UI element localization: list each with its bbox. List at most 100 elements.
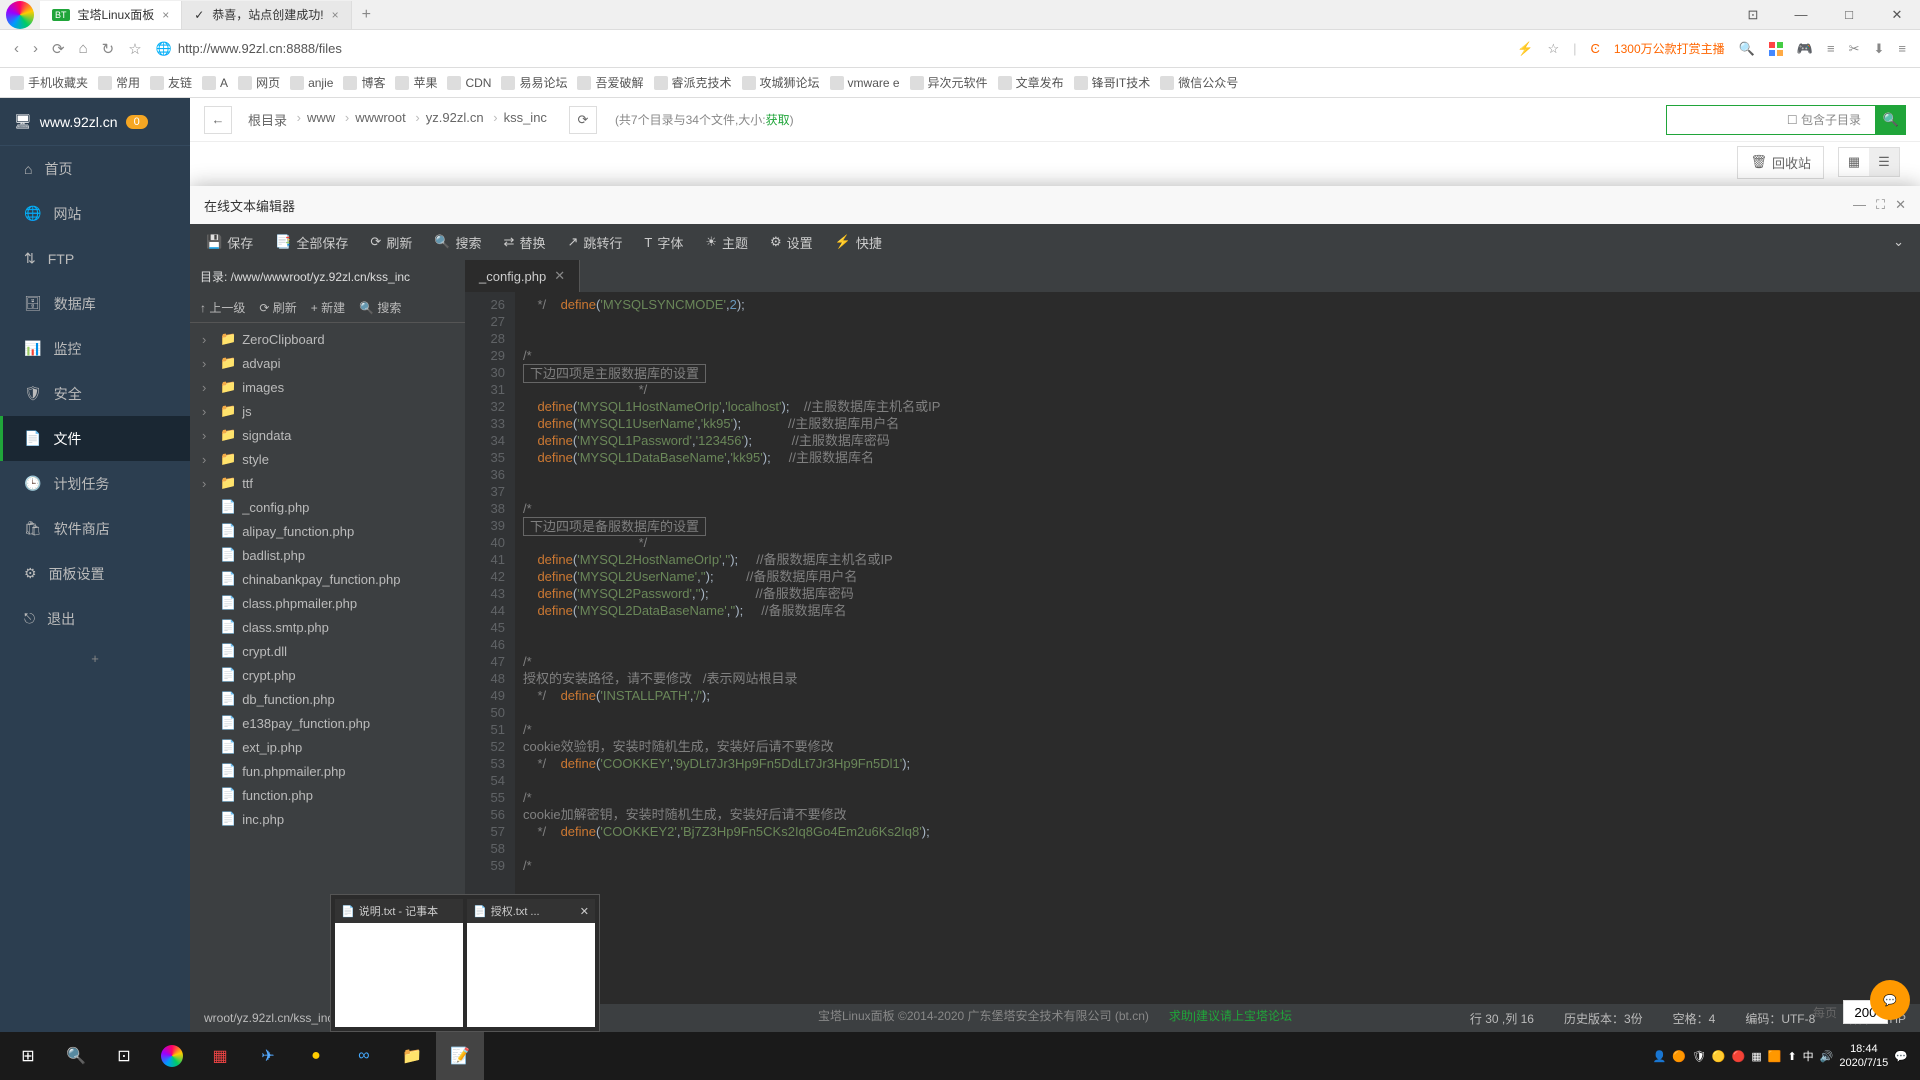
bookmark-item[interactable]: 手机收藏夹 (10, 74, 88, 91)
sidebar-item-globe[interactable]: 🌐网站 (0, 191, 190, 236)
tree-file[interactable]: 📄fun.phpmailer.php (190, 759, 465, 783)
hamburger-icon[interactable]: ≡ (1898, 41, 1906, 56)
nav-refresh-icon[interactable]: ⟳ (52, 40, 65, 58)
get-size-link[interactable]: 获取 (766, 113, 790, 127)
bookmark-item[interactable]: CDN (447, 76, 491, 90)
bookmark-item[interactable]: 微信公众号 (1160, 74, 1238, 91)
tree-folder[interactable]: ›📁images (190, 375, 465, 399)
breadcrumb-item[interactable]: www (297, 106, 345, 133)
tree-file[interactable]: 📄_config.php (190, 495, 465, 519)
tray-icon[interactable]: 🟠 (1672, 1050, 1686, 1063)
tray-icon[interactable]: 🔴 (1732, 1050, 1746, 1063)
tray-icon[interactable]: ⬆ (1787, 1050, 1796, 1063)
sidebar-item-ftp[interactable]: ⇅FTP (0, 236, 190, 281)
addr-action-icon[interactable]: ⚡ (1517, 41, 1533, 57)
bookmark-item[interactable]: 攻城狮论坛 (742, 74, 820, 91)
bookmark-item[interactable]: 友链 (150, 74, 192, 91)
editor-tb-7[interactable]: ☀主题 (705, 233, 748, 252)
sidebar-item-store[interactable]: 🛍软件商店 (0, 506, 190, 551)
sidebar-item-task[interactable]: 🕒计划任务 (0, 461, 190, 506)
editor-close-icon[interactable]: ✕ (1895, 197, 1906, 213)
view-list-icon[interactable]: ☰ (1869, 148, 1899, 176)
editor-tb-8[interactable]: ⚙设置 (770, 233, 813, 252)
sidebar-item-logout[interactable]: ⎋退出 (0, 596, 190, 641)
menu2-icon[interactable]: ≡ (1827, 41, 1835, 56)
tree-file[interactable]: 📄inc.php (190, 807, 465, 831)
breadcrumb-item[interactable]: yz.92zl.cn (416, 106, 494, 133)
taskbar-app-icon[interactable]: ▦ (196, 1032, 244, 1080)
search-engine-icon[interactable]: Ͼ (1591, 41, 1600, 56)
download-icon[interactable]: ⬇ (1874, 41, 1885, 57)
win-minimize-icon[interactable]: — (1778, 1, 1824, 29)
start-button[interactable]: ⊞ (4, 1032, 52, 1080)
breadcrumb-item[interactable]: wwwroot (345, 106, 416, 133)
code-editor[interactable]: _config.php ✕ 26272829303132333435363738… (465, 260, 1920, 1004)
tree-folder[interactable]: ›📁style (190, 447, 465, 471)
tray-icon[interactable]: 👤 (1653, 1050, 1667, 1063)
editor-tb-3[interactable]: 🔍搜索 (434, 233, 481, 252)
tree-file[interactable]: 📄crypt.dll (190, 639, 465, 663)
bookmark-item[interactable]: 博客 (343, 74, 385, 91)
breadcrumb-item[interactable]: 根目录 (238, 106, 297, 133)
sidebar-item-monitor[interactable]: 📊监控 (0, 326, 190, 371)
addr-star-icon[interactable]: ☆ (1547, 41, 1559, 57)
taskview-icon[interactable]: ⊡ (100, 1032, 148, 1080)
taskbar-search-icon[interactable]: 🔍 (52, 1032, 100, 1080)
code-tab-close-icon[interactable]: ✕ (554, 268, 565, 284)
taskbar-app-icon[interactable]: ✈ (244, 1032, 292, 1080)
bookmark-item[interactable]: anjie (290, 76, 333, 90)
bookmark-item[interactable]: 睿派克技术 (654, 74, 732, 91)
tray-icon[interactable]: 🟧 (1768, 1050, 1782, 1063)
tree-file[interactable]: 📄crypt.php (190, 663, 465, 687)
preview-close-icon[interactable]: ✕ (580, 905, 589, 918)
breadcrumb-item[interactable]: kss_inc (494, 106, 557, 133)
tray-volume-icon[interactable]: 🔊 (1820, 1050, 1834, 1063)
taskbar-app-icon[interactable] (148, 1032, 196, 1080)
path-refresh-button[interactable]: ⟳ (569, 106, 597, 134)
taskbar-notepad-icon[interactable]: 📝 (436, 1032, 484, 1080)
bookmark-item[interactable]: 苹果 (395, 74, 437, 91)
bookmark-item[interactable]: 易易论坛 (501, 74, 567, 91)
code-tab-active[interactable]: _config.php ✕ (465, 260, 580, 292)
tree-file[interactable]: 📄function.php (190, 783, 465, 807)
scissors-icon[interactable]: ✂ (1849, 41, 1860, 57)
win-close-icon[interactable]: ✕ (1874, 1, 1920, 29)
sidebar-add-button[interactable]: + (0, 641, 190, 676)
editor-minimize-icon[interactable]: — (1853, 197, 1866, 213)
bookmark-item[interactable]: 网页 (238, 74, 280, 91)
footer-help-link[interactable]: 求助|建议请上宝塔论坛 (1169, 1007, 1292, 1024)
bookmark-item[interactable]: 异次元软件 (910, 74, 988, 91)
tab-close-icon[interactable]: × (162, 8, 169, 22)
preview-window-0[interactable]: 📄说明.txt - 记事本 (335, 899, 463, 1027)
tree-folder[interactable]: ›📁ttf (190, 471, 465, 495)
tree-action[interactable]: ↑ 上一级 (200, 299, 245, 316)
browser-tab-0[interactable]: BT 宝塔Linux面板 × (40, 1, 182, 29)
taskbar-app-icon[interactable]: 📁 (388, 1032, 436, 1080)
editor-tb-2[interactable]: ⟳刷新 (370, 233, 412, 252)
editor-tb-0[interactable]: 💾保存 (206, 233, 253, 252)
bookmark-item[interactable]: 吾爱破解 (577, 74, 643, 91)
nav-forward-icon[interactable]: › (33, 40, 38, 57)
bookmark-item[interactable]: 文章发布 (998, 74, 1064, 91)
browser-tab-1[interactable]: ✓ 恭喜，站点创建成功! × (182, 1, 351, 29)
path-back-button[interactable]: ← (204, 106, 232, 134)
nav-restore-icon[interactable]: ↻ (102, 40, 115, 58)
editor-tb-5[interactable]: ↗跳转行 (567, 233, 622, 252)
taskbar-clock[interactable]: 18:44 2020/7/15 (1839, 1042, 1888, 1070)
tree-file[interactable]: 📄badlist.php (190, 543, 465, 567)
editor-tb-6[interactable]: T字体 (644, 233, 683, 252)
file-search-input[interactable]: ☐ 包含子目录 (1666, 105, 1876, 135)
tree-action[interactable]: + 新建 (311, 299, 345, 316)
tab-close-icon[interactable]: × (332, 8, 339, 22)
tree-file[interactable]: 📄class.phpmailer.php (190, 591, 465, 615)
sidebar-item-file[interactable]: 📄文件 (0, 416, 190, 461)
file-search-button[interactable]: 🔍 (1876, 105, 1906, 135)
tray-ime-icon[interactable]: 中 (1803, 1048, 1814, 1064)
tray-icon[interactable]: 🛡 (1692, 1050, 1706, 1063)
gamepad-icon[interactable]: 🎮 (1797, 41, 1813, 57)
nav-favorite-icon[interactable]: ☆ (128, 40, 141, 58)
new-tab-button[interactable]: + (352, 6, 381, 24)
editor-tb-4[interactable]: ⇄替换 (504, 233, 546, 252)
bookmark-item[interactable]: 锋哥IT技术 (1074, 74, 1151, 91)
tray-icon[interactable]: 🟡 (1712, 1050, 1726, 1063)
